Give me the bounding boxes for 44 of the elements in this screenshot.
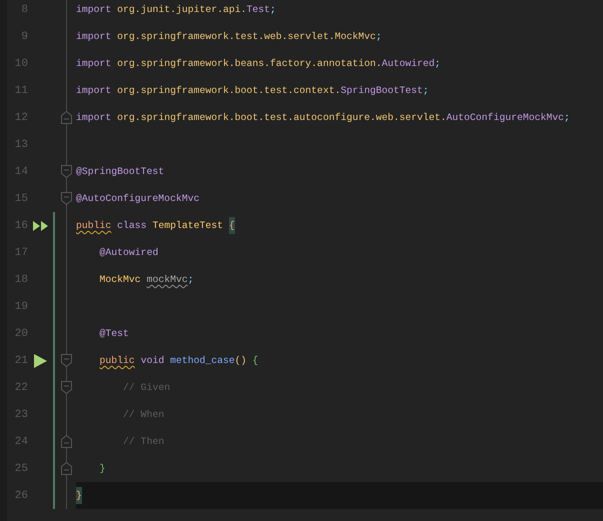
unfold-icon[interactable] [60, 111, 72, 124]
line-number: 26 [14, 490, 28, 502]
line-number: 21 [14, 354, 28, 366]
fold-icon[interactable] [60, 354, 72, 367]
line-number: 17 [14, 246, 28, 258]
code-line: import org.junit.jupiter.api.Test; [76, 3, 276, 17]
line-number: 24 [14, 436, 28, 448]
line-number: 14 [14, 166, 28, 178]
line-number: 16 [14, 220, 28, 232]
line-number: 15 [14, 192, 28, 204]
line-number: 18 [14, 274, 28, 286]
line-number: 11 [14, 84, 28, 96]
line-number: 23 [14, 408, 28, 420]
code-line: import org.springframework.boot.test.context.SpringBootTest; [76, 84, 429, 98]
line-number: 19 [14, 300, 28, 312]
line-number: 20 [14, 328, 28, 340]
code-line: // Then [122, 435, 164, 449]
fold-icon[interactable] [60, 381, 72, 394]
run-icon[interactable] [34, 354, 47, 368]
line-number: 12 [14, 112, 28, 124]
code-line: @SpringBootTest [76, 165, 164, 179]
line-number: 13 [14, 138, 28, 150]
line-number: 8 [20, 4, 28, 16]
fold-icon[interactable] [60, 192, 72, 205]
line-number: 10 [14, 58, 28, 70]
unfold-icon[interactable] [60, 462, 72, 475]
line-number: 25 [14, 462, 28, 474]
unfold-icon[interactable] [60, 435, 72, 448]
code-line: MockMvc mockMvc; [98, 273, 194, 287]
code-line: import org.springframework.test.web.servlet.MockMvc; [76, 30, 382, 44]
code-line: @AutoConfigureMockMvc [76, 192, 200, 206]
code-line: public void method_case() { [98, 354, 258, 368]
code-line: @Autowired [98, 246, 158, 260]
line-number: 9 [20, 30, 28, 42]
code-line: // Given [122, 381, 170, 395]
code-line: } [98, 462, 106, 476]
code-line: public class TemplateTest { [76, 217, 235, 234]
code-line: @Test [98, 327, 129, 341]
code-line: // When [122, 408, 164, 422]
code-line: import org.springframework.beans.factory.annotation.Autowired; [76, 57, 441, 71]
code-line: import org.springframework.boot.test.autoconfigure.web.servlet.AutoConfigureMockMvc; [76, 111, 570, 125]
line-number: 22 [14, 382, 28, 394]
run-all-icon[interactable] [32, 220, 48, 230]
fold-icon[interactable] [60, 165, 72, 178]
